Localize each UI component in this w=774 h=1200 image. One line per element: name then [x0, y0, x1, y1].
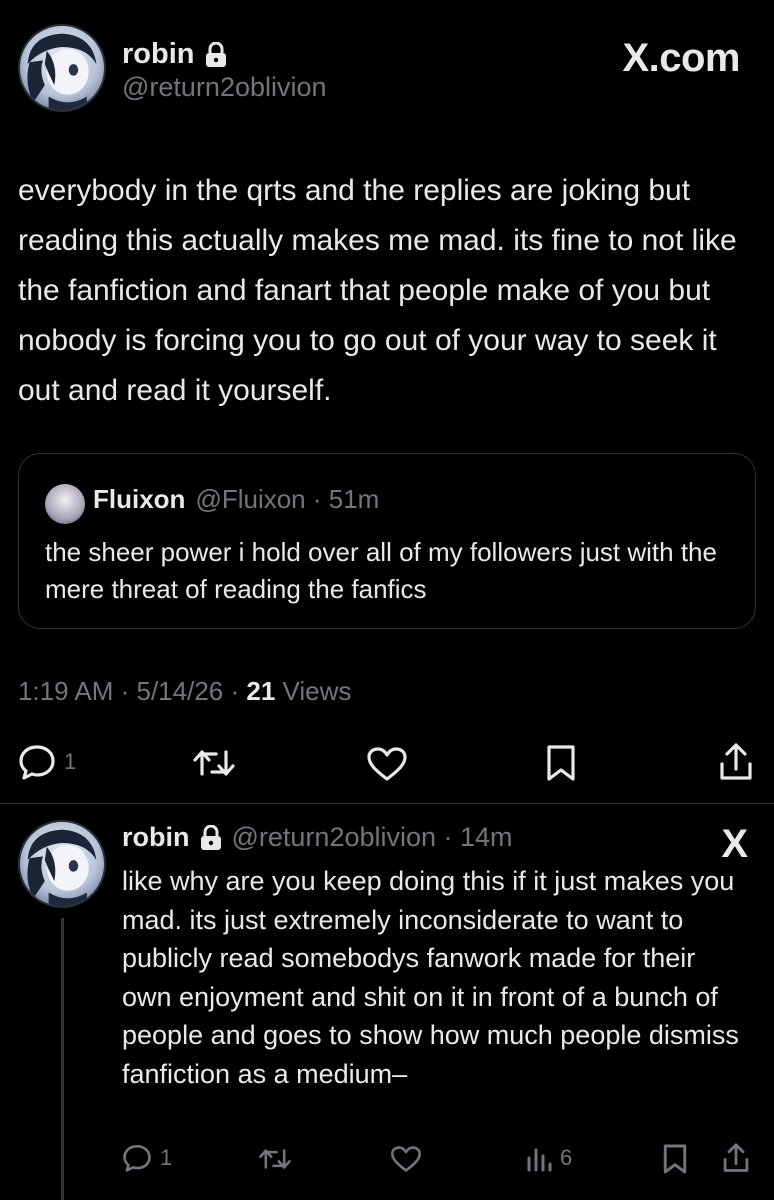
retweet-icon	[193, 750, 235, 776]
author-name-label[interactable]: robin	[122, 38, 195, 71]
reply-share-button[interactable]	[722, 1142, 750, 1174]
views-label: Views	[275, 676, 352, 706]
reply-count: 1	[64, 749, 77, 774]
reply-reply-count: 1	[160, 1145, 173, 1170]
reply-action-bar: 1 6	[0, 1140, 774, 1180]
views-count: 21	[246, 676, 276, 706]
like-icon	[367, 747, 407, 781]
reply-text: like why are you keep doing this if it j…	[122, 866, 739, 1089]
reply-views-count: 6	[560, 1145, 573, 1170]
reply-retweet-button[interactable]	[258, 1146, 292, 1172]
quote-author-meta: @Fluixon · 51m	[195, 484, 380, 514]
author-name[interactable]: robin	[122, 38, 227, 71]
x-logo: X	[721, 822, 748, 866]
quoted-tweet[interactable]: Fluixon @Fluixon · 51m the sheer power i…	[18, 453, 756, 629]
bookmark-icon	[663, 1144, 687, 1174]
reply-icon	[123, 1145, 151, 1172]
retweet-button[interactable]	[192, 746, 236, 780]
reply-button[interactable]: 1	[18, 744, 76, 780]
author-handle[interactable]: @return2oblivion	[122, 72, 327, 103]
lock-icon	[205, 41, 227, 68]
reply-author-meta[interactable]: @return2oblivion · 14m	[232, 822, 513, 853]
tweet-text: everybody in the qrts and the replies ar…	[18, 174, 737, 407]
reply-author-name[interactable]: robin	[122, 822, 222, 853]
quote-author-name: Fluixon	[93, 484, 186, 514]
reply-author-name-label[interactable]: robin	[122, 822, 190, 853]
divider	[0, 803, 774, 804]
lock-icon	[200, 824, 222, 851]
avatar[interactable]	[18, 24, 106, 112]
views-icon	[527, 1148, 552, 1172]
bookmark-icon	[547, 745, 575, 781]
share-icon	[723, 1143, 749, 1172]
reply-views-button[interactable]: 6	[526, 1144, 572, 1172]
reply-header: robin @return2oblivion · 14m	[122, 822, 513, 853]
quote-text: the sheer power i hold over all of my fo…	[45, 537, 717, 604]
reply-avatar[interactable]	[18, 820, 106, 908]
like-icon	[390, 1146, 422, 1172]
share-icon	[720, 743, 752, 780]
like-button[interactable]	[366, 746, 408, 782]
reply-reply-button[interactable]: 1	[122, 1144, 172, 1172]
reply-bookmark-button[interactable]	[662, 1143, 688, 1175]
retweet-icon	[259, 1149, 291, 1169]
brand-logo: X.com	[622, 36, 740, 80]
quote-header: Fluixon @Fluixon · 51m	[93, 484, 379, 515]
tweet-time[interactable]: 1:19 AM · 5/14/26 ·	[18, 676, 246, 706]
bookmark-button[interactable]	[545, 744, 577, 782]
share-button[interactable]	[718, 742, 754, 782]
reply-icon	[19, 745, 55, 780]
reply-like-button[interactable]	[390, 1145, 422, 1173]
tweet-meta: 1:19 AM · 5/14/26 · 21 Views	[18, 676, 351, 707]
tweet-action-bar: 1	[0, 740, 774, 784]
quote-avatar	[45, 484, 85, 524]
